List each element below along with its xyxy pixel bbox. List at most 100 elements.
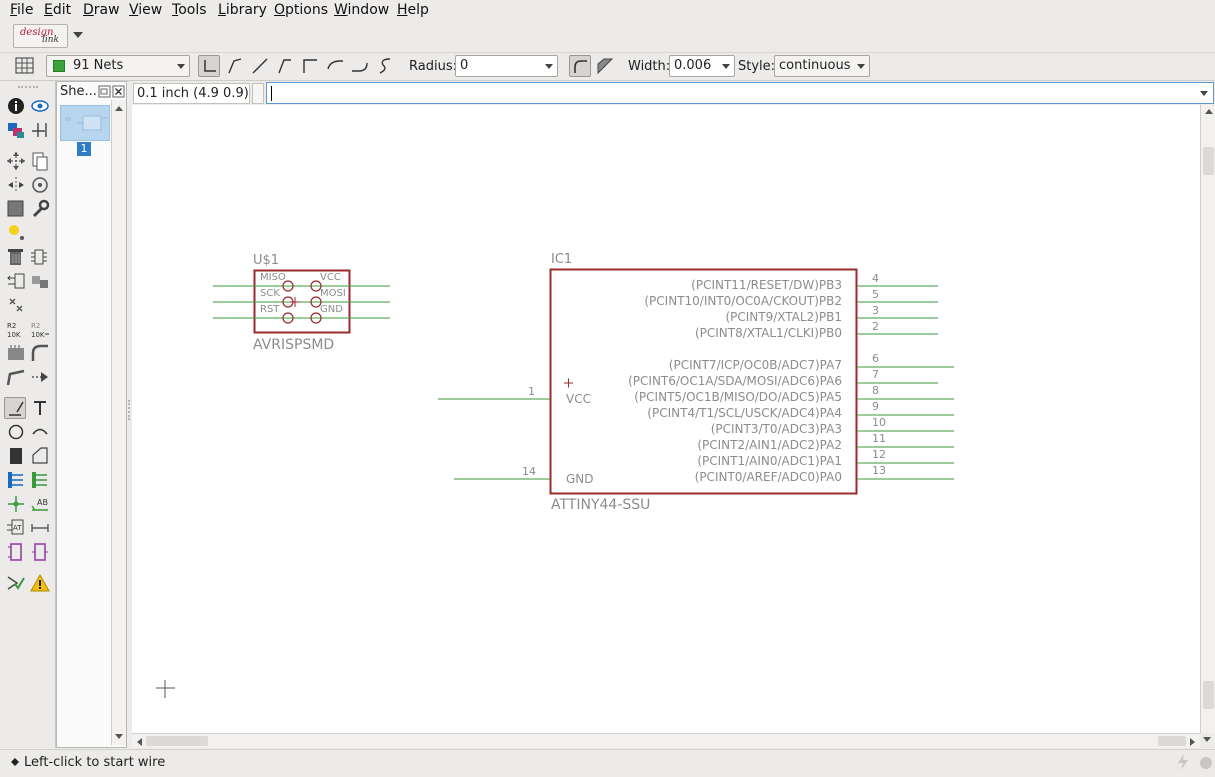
ic1-pin-label: (PCINT10/INT0/OC0A/CKOUT)PB2 — [644, 294, 842, 308]
menu-file[interactable]: File — [10, 2, 33, 18]
width-field[interactable]: 0.006 — [669, 55, 735, 77]
junction-icon[interactable] — [5, 493, 27, 515]
circle-icon[interactable] — [5, 421, 27, 443]
bend-straight-icon[interactable] — [249, 55, 271, 77]
copy-icon[interactable] — [29, 150, 51, 172]
split-icon[interactable] — [5, 366, 27, 388]
name-icon[interactable]: R210K — [5, 318, 27, 340]
scroll-down-icon[interactable] — [114, 733, 124, 741]
wire-tool-button[interactable] — [4, 397, 26, 419]
polygon-icon[interactable] — [29, 445, 51, 467]
scroll-up-icon[interactable] — [1204, 107, 1214, 115]
ic1-pin-number: 9 — [872, 400, 879, 413]
style-value: continuous — [779, 58, 851, 73]
wrench-icon[interactable] — [29, 198, 51, 220]
add-part-icon[interactable] — [29, 246, 51, 268]
stop-icon[interactable] — [1199, 756, 1213, 770]
bend-90-45-icon[interactable] — [274, 55, 296, 77]
ic1-pin-number: 10 — [872, 416, 886, 429]
bend-arc-down-icon[interactable] — [349, 55, 371, 77]
bend-right-angle-icon — [204, 60, 216, 72]
label-icon[interactable]: AB — [29, 493, 51, 515]
chevron-down-icon[interactable] — [1199, 90, 1209, 98]
net-icon[interactable] — [29, 469, 51, 491]
wire-icon — [9, 401, 24, 416]
horizontal-scroll-thumb-right[interactable] — [1158, 736, 1186, 746]
round-corner-button[interactable] — [569, 55, 591, 77]
designlink-button[interactable]: design link — [13, 24, 68, 48]
replace-icon[interactable] — [29, 270, 51, 292]
menu-tools[interactable]: Tools — [172, 2, 207, 18]
bend-style-1-button[interactable] — [198, 55, 220, 77]
frame-icon[interactable] — [5, 541, 27, 563]
style-select[interactable]: continuous — [774, 55, 870, 77]
module-icon[interactable] — [29, 541, 51, 563]
arc-icon[interactable] — [29, 421, 51, 443]
display-layers-icon[interactable] — [5, 119, 27, 141]
attribute-icon[interactable]: AT — [5, 517, 27, 539]
canvas-horizontal-scrollbar[interactable] — [132, 733, 1200, 748]
designlink-dropdown-icon[interactable] — [72, 31, 84, 39]
menu-view[interactable]: View — [129, 2, 162, 18]
horizontal-scroll-thumb[interactable] — [146, 736, 208, 746]
delete-icon[interactable] — [5, 246, 27, 268]
close-panel-icon[interactable] — [112, 85, 125, 98]
bend-arc-icon[interactable] — [324, 55, 346, 77]
menu-library[interactable]: Library — [218, 2, 267, 18]
sheets-scrollbar[interactable] — [111, 100, 126, 745]
miter-icon[interactable] — [29, 342, 51, 364]
bus-icon[interactable] — [5, 469, 27, 491]
scroll-down-icon[interactable] — [1202, 735, 1212, 745]
bend-freehand-icon[interactable] — [374, 55, 396, 77]
ic1-pin-number: 6 — [872, 352, 879, 365]
ic1-pin-label: (PCINT0/AREF/ADC0)PA0 — [694, 470, 842, 484]
text-icon[interactable] — [29, 397, 51, 419]
float-panel-icon[interactable] — [98, 85, 111, 98]
command-input[interactable] — [266, 82, 1214, 104]
menu-help[interactable]: Help — [397, 2, 429, 18]
flat-corner-button[interactable] — [594, 55, 616, 77]
mirror-icon[interactable] — [5, 174, 27, 196]
radius-field[interactable]: 0 — [455, 55, 558, 77]
grid-icon[interactable] — [14, 56, 36, 76]
paste-icon[interactable] — [5, 222, 27, 244]
command-history-button[interactable] — [252, 83, 264, 104]
canvas-vertical-scrollbar[interactable] — [1200, 105, 1215, 733]
optimize-icon[interactable] — [29, 366, 51, 388]
scroll-up-icon[interactable] — [114, 104, 124, 112]
menu-window[interactable]: Window — [334, 2, 389, 18]
u1-wires — [213, 285, 390, 319]
scroll-right-icon[interactable] — [1189, 737, 1197, 747]
schematic-canvas[interactable]: U$1 AVRISPSMD MISO SCK RST VCC MOSI GND … — [132, 105, 1200, 733]
show-eye-icon[interactable] — [29, 95, 51, 117]
smash-icon[interactable] — [5, 342, 27, 364]
menu-edit[interactable]: Edit — [44, 2, 71, 18]
rotate-icon[interactable] — [29, 174, 51, 196]
status-diamond-icon — [11, 758, 19, 766]
scroll-left-icon[interactable] — [135, 737, 143, 747]
menu-options[interactable]: Options — [274, 2, 328, 18]
ic1-pin-number: 13 — [872, 464, 886, 477]
vertical-scroll-thumb-lower[interactable] — [1203, 681, 1214, 709]
info-icon[interactable] — [5, 95, 27, 117]
value-icon[interactable]: R210K — [29, 318, 51, 340]
sheet-number[interactable]: 1 — [77, 142, 91, 156]
warning-icon[interactable] — [29, 572, 51, 594]
pinswap-icon[interactable] — [5, 270, 27, 292]
part-u1[interactable] — [213, 269, 390, 334]
net-class-select[interactable]: 91 Nets — [46, 55, 190, 77]
move-icon[interactable] — [5, 150, 27, 172]
bend-90-icon[interactable] — [299, 55, 321, 77]
gateswap-icon[interactable] — [5, 294, 27, 316]
group-icon[interactable] — [5, 198, 27, 220]
ic1-pin-number: 8 — [872, 384, 879, 397]
bend-45-icon[interactable] — [224, 55, 246, 77]
dimension-icon[interactable] — [29, 517, 51, 539]
vertical-scroll-thumb[interactable] — [1203, 147, 1214, 175]
sheet-thumbnail[interactable] — [60, 105, 110, 141]
mark-icon[interactable] — [29, 119, 51, 141]
rectangle-icon[interactable] — [5, 445, 27, 467]
erc-icon[interactable] — [5, 572, 27, 594]
menu-draw[interactable]: Draw — [83, 2, 120, 18]
status-message: Left-click to start wire — [24, 755, 166, 770]
